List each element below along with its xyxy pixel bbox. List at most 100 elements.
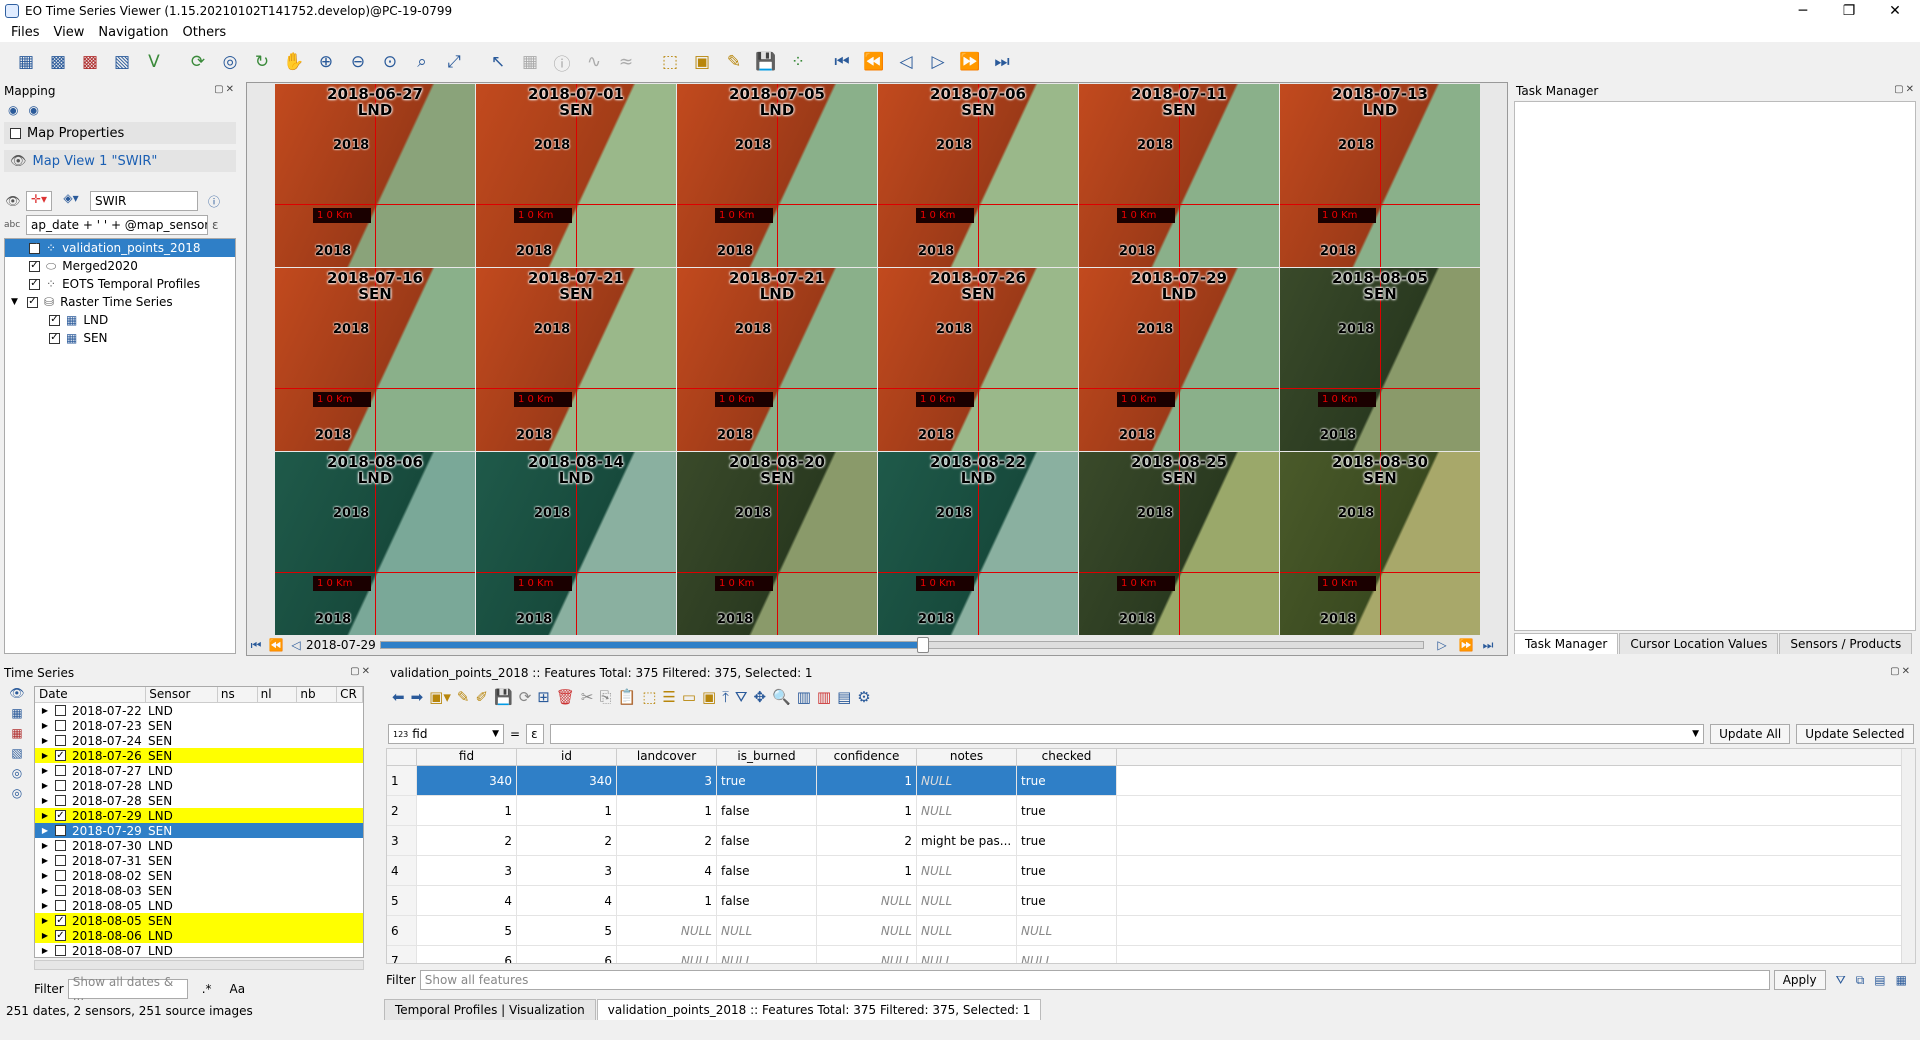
time-series-row[interactable]: ▶ 2018-07-31 SEN [35, 853, 363, 868]
info-icon[interactable]: ⓘ [548, 48, 576, 76]
next-fast-icon[interactable]: ⏩ [956, 48, 984, 76]
map-tile[interactable]: 2018-07-11 SEN 2018 2018 1 0 Km [1079, 84, 1279, 267]
map-tile[interactable]: 2018-07-26 SEN 2018 2018 1 0 Km [878, 268, 1078, 451]
select-cursor-icon[interactable]: ↖ [484, 48, 512, 76]
date-checkbox[interactable] [55, 735, 66, 746]
next-date-icon[interactable]: ▷ [924, 48, 952, 76]
time-slider-track[interactable] [380, 637, 1424, 653]
expression-builder-icon[interactable]: ε [212, 218, 219, 232]
date-checkbox[interactable]: ✓ [55, 750, 66, 761]
row-number[interactable]: 1 [387, 766, 417, 795]
map-tile[interactable]: 2018-07-29 LND 2018 2018 1 0 Km [1079, 268, 1279, 451]
cell-landcover[interactable]: NULL [617, 916, 717, 945]
date-checkbox[interactable] [55, 900, 66, 911]
tab-task-manager[interactable]: Task Manager [1514, 633, 1619, 654]
expand-arrow-icon[interactable]: ▶ [35, 781, 55, 790]
zoom-extent-icon[interactable]: ⤢ [440, 48, 468, 76]
cell-notes[interactable]: might be pas... [917, 826, 1017, 855]
expand-arrow-icon[interactable]: ▶ [35, 796, 55, 805]
filter-icon[interactable]: ⛛ [735, 688, 748, 706]
time-series-row[interactable]: ▶ ✓ 2018-07-29 LND [35, 808, 363, 823]
expand-arrow-icon[interactable]: ▶ [35, 946, 55, 955]
refresh-map-icon[interactable]: ⟳ [184, 48, 212, 76]
zoom-out-icon[interactable]: ⊖ [344, 48, 372, 76]
map-canvas[interactable]: 2018-06-27 LND 2018 2018 1 0 Km 2018-07-01 SEN… [246, 82, 1508, 656]
cell-confidence[interactable]: 1 [817, 766, 917, 795]
update-all-button[interactable]: Update All [1710, 724, 1791, 744]
col-is-burned[interactable]: is_burned [717, 749, 817, 765]
cell-landcover[interactable]: 3 [617, 766, 717, 795]
time-series-row[interactable]: ▶ 2018-07-28 LND [35, 778, 363, 793]
map-tile[interactable]: 2018-07-21 SEN 2018 2018 1 0 Km [476, 268, 676, 451]
field-select-dropdown[interactable]: 123 fid ▼ [388, 724, 504, 744]
ts-visibility-icon[interactable]: 👁 [9, 686, 24, 700]
cell-id[interactable]: 1 [517, 796, 617, 825]
cell-fid[interactable]: 5 [417, 916, 517, 945]
cell-checked[interactable]: true [1017, 826, 1117, 855]
time-series-row[interactable]: ▶ 2018-07-23 SEN [35, 718, 363, 733]
map-tile[interactable]: 2018-08-14 LND 2018 2018 1 0 Km [476, 452, 676, 635]
map-view-section[interactable]: 👁 Map View 1 "SWIR" [4, 150, 236, 172]
cell-id[interactable]: 340 [517, 766, 617, 795]
cell-notes[interactable]: NULL [917, 766, 1017, 795]
cell-id[interactable]: 2 [517, 826, 617, 855]
ts-remove-icon[interactable]: ▦ [11, 726, 22, 740]
tab-cursor-location-values[interactable]: Cursor Location Values [1619, 633, 1779, 654]
eye-icon[interactable]: 👁 [10, 154, 27, 169]
delete-feature-icon[interactable]: 🗑 [556, 688, 575, 706]
dock-buttons-icon[interactable]: ▢✕ [1894, 84, 1916, 95]
map-properties-checkbox[interactable] [10, 127, 21, 139]
add-map-view-icon[interactable]: ◉ [8, 103, 18, 117]
first-date-icon[interactable]: ⏮ [828, 48, 856, 76]
paste-icon[interactable]: 📋 [618, 688, 637, 706]
expand-arrow-icon[interactable]: ▶ [35, 736, 55, 745]
expression-button[interactable]: ε [526, 724, 545, 744]
dock-buttons-icon[interactable]: ▢✕ [350, 666, 372, 677]
col-nb[interactable]: nb [297, 687, 338, 702]
conditional-format-icon[interactable]: ⚙ [857, 688, 870, 706]
profile-icon[interactable]: ∿ [580, 48, 608, 76]
table-row[interactable]: 6 5 5 NULL NULL NULL NULL NULL [387, 916, 1915, 946]
date-checkbox[interactable]: ✓ [55, 810, 66, 821]
layer-row-sen[interactable]: ✓ ▦ SEN [5, 329, 235, 347]
dock-table-icon[interactable]: ⧉ [1856, 973, 1865, 988]
previous-fast-icon[interactable]: ⏪ [860, 48, 888, 76]
expand-arrow-icon[interactable]: ▶ [35, 901, 55, 910]
select-expression-icon[interactable]: ▣▾ [429, 688, 451, 706]
add-raster-icon[interactable]: ▦ [12, 48, 40, 76]
deselect-features-icon[interactable]: ▣ [688, 48, 716, 76]
remove-map-view-icon[interactable]: ◉ [28, 103, 38, 117]
layer-checkbox[interactable]: ✓ [27, 296, 38, 308]
menu-files[interactable]: Files [4, 25, 47, 40]
cell-checked[interactable]: true [1017, 856, 1117, 885]
date-checkbox[interactable] [55, 870, 66, 881]
save-edits-icon[interactable]: 💾 [752, 48, 780, 76]
filter-selection-icon[interactable]: ▣ [702, 688, 716, 706]
ts-add-icon[interactable]: ▦ [11, 706, 22, 720]
back-icon[interactable]: ⬅ [392, 688, 405, 706]
time-series-row[interactable]: ▶ 2018-07-27 LND [35, 763, 363, 778]
time-series-row[interactable]: ▶ 2018-07-30 LND [35, 838, 363, 853]
map-tile[interactable]: 2018-07-13 LND 2018 2018 1 0 Km [1280, 84, 1480, 267]
cell-confidence[interactable]: 2 [817, 826, 917, 855]
cell-confidence[interactable]: NULL [817, 946, 917, 963]
col-id[interactable]: id [517, 749, 617, 765]
cell-is-burned[interactable]: false [717, 796, 817, 825]
expand-arrow-icon[interactable]: ▶ [35, 751, 55, 760]
layer-checkbox[interactable]: ✓ [49, 314, 60, 326]
table-row[interactable]: 5 4 4 1 false NULL NULL true [387, 886, 1915, 916]
expand-arrow-icon[interactable]: ▶ [35, 826, 55, 835]
cell-fid[interactable]: 2 [417, 826, 517, 855]
toggle-editing-icon[interactable]: ✎ [720, 48, 748, 76]
ts-sensor-icon[interactable]: ◎ [12, 766, 22, 780]
slider-prev-icon[interactable]: ◁ [286, 638, 306, 652]
layer-row-eots-profiles[interactable]: ✓ ⁘ EOTS Temporal Profiles [5, 275, 235, 293]
cell-checked[interactable]: true [1017, 886, 1117, 915]
col-landcover[interactable]: landcover [617, 749, 717, 765]
map-tile[interactable]: 2018-08-05 SEN 2018 2018 1 0 Km [1280, 268, 1480, 451]
cell-fid[interactable]: 3 [417, 856, 517, 885]
zoom-full-icon[interactable]: ⌕ [408, 48, 436, 76]
menu-navigation[interactable]: Navigation [91, 25, 175, 40]
cell-id[interactable]: 6 [517, 946, 617, 963]
cell-id[interactable]: 4 [517, 886, 617, 915]
